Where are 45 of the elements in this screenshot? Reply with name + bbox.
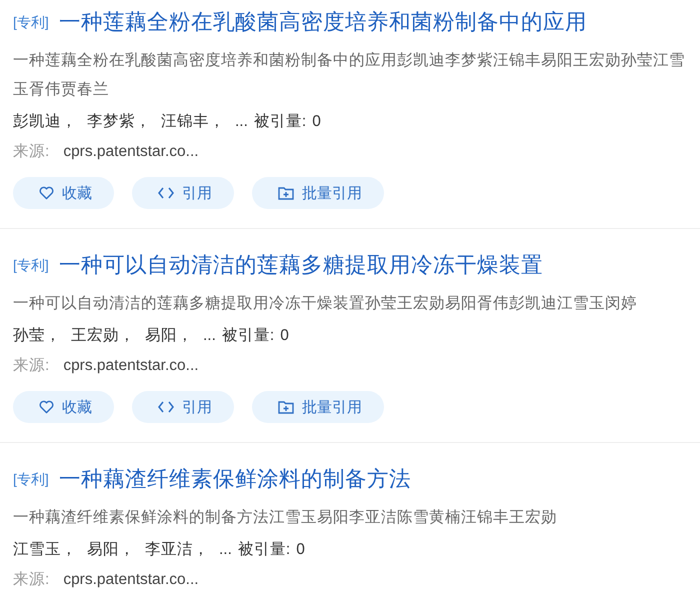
folder-plus-icon bbox=[278, 400, 294, 414]
author-name[interactable]: 王宏勋， bbox=[71, 321, 135, 351]
cited-count: 0 bbox=[280, 326, 289, 346]
source-link[interactable]: cprs.patentstar.co... bbox=[63, 137, 199, 167]
folder-plus-icon bbox=[278, 186, 294, 200]
cite-button[interactable]: 引用 bbox=[132, 391, 234, 423]
author-name[interactable]: 孙莹， bbox=[13, 321, 61, 351]
result-title[interactable]: 一种莲藕全粉在乳酸菌高密度培养和菌粉制备中的应用 bbox=[58, 6, 587, 38]
cited-label: 被引量: bbox=[238, 540, 290, 560]
author-name[interactable]: 汪锦丰， bbox=[161, 107, 225, 137]
batch-cite-button[interactable]: 批量引用 bbox=[252, 177, 384, 209]
more-authors: ... bbox=[219, 540, 232, 560]
code-icon bbox=[158, 187, 174, 199]
source-label: 来源: bbox=[13, 142, 50, 162]
source-link[interactable]: cprs.patentstar.co... bbox=[63, 565, 199, 595]
abstract-text: 一种可以自动清洁的莲藕多糖提取用冷冻干燥装置孙莹王宏勋易阳胥伟彭凯迪江雪玉闵婷 bbox=[13, 294, 638, 314]
type-tag: [专利] bbox=[13, 249, 49, 281]
source-link[interactable]: cprs.patentstar.co... bbox=[63, 351, 199, 381]
favorite-button[interactable]: 收藏 bbox=[13, 177, 114, 209]
result-title[interactable]: 一种藕渣纤维素保鲜涂料的制备方法 bbox=[58, 463, 411, 495]
cited-label: 被引量: bbox=[222, 326, 274, 346]
result-title[interactable]: 一种可以自动清洁的莲藕多糖提取用冷冻干燥装置 bbox=[58, 249, 543, 281]
type-tag: [专利] bbox=[13, 6, 49, 38]
source-label: 来源: bbox=[13, 570, 50, 590]
heart-icon bbox=[39, 186, 54, 200]
abstract-text: 一种莲藕全粉在乳酸菌高密度培养和菌粉制备中的应用彭凯迪李梦紫汪锦丰易阳王宏勋孙莹江雪玉胥伟贾春兰 bbox=[13, 51, 686, 100]
code-icon bbox=[158, 401, 174, 413]
author-name[interactable]: 彭凯迪， bbox=[13, 107, 77, 137]
favorite-button[interactable]: 收藏 bbox=[13, 391, 114, 423]
more-authors: ... bbox=[235, 112, 248, 132]
type-tag: [专利] bbox=[13, 463, 49, 495]
heart-icon bbox=[39, 400, 54, 414]
author-name[interactable]: 易阳， bbox=[87, 535, 135, 565]
author-name[interactable]: 李梦紫， bbox=[87, 107, 151, 137]
author-name[interactable]: 李亚洁， bbox=[145, 535, 209, 565]
author-name[interactable]: 易阳， bbox=[145, 321, 193, 351]
cited-count: 0 bbox=[312, 112, 321, 132]
cited-label: 被引量: bbox=[254, 112, 306, 132]
cite-button[interactable]: 引用 bbox=[132, 177, 234, 209]
more-authors: ... bbox=[203, 326, 216, 346]
abstract-text: 一种藕渣纤维素保鲜涂料的制备方法江雪玉易阳李亚洁陈雪黄楠汪锦丰王宏勋 bbox=[13, 508, 558, 528]
source-label: 来源: bbox=[13, 356, 50, 376]
cited-count: 0 bbox=[296, 540, 305, 560]
author-name[interactable]: 江雪玉， bbox=[13, 535, 77, 565]
batch-cite-button[interactable]: 批量引用 bbox=[252, 391, 384, 423]
